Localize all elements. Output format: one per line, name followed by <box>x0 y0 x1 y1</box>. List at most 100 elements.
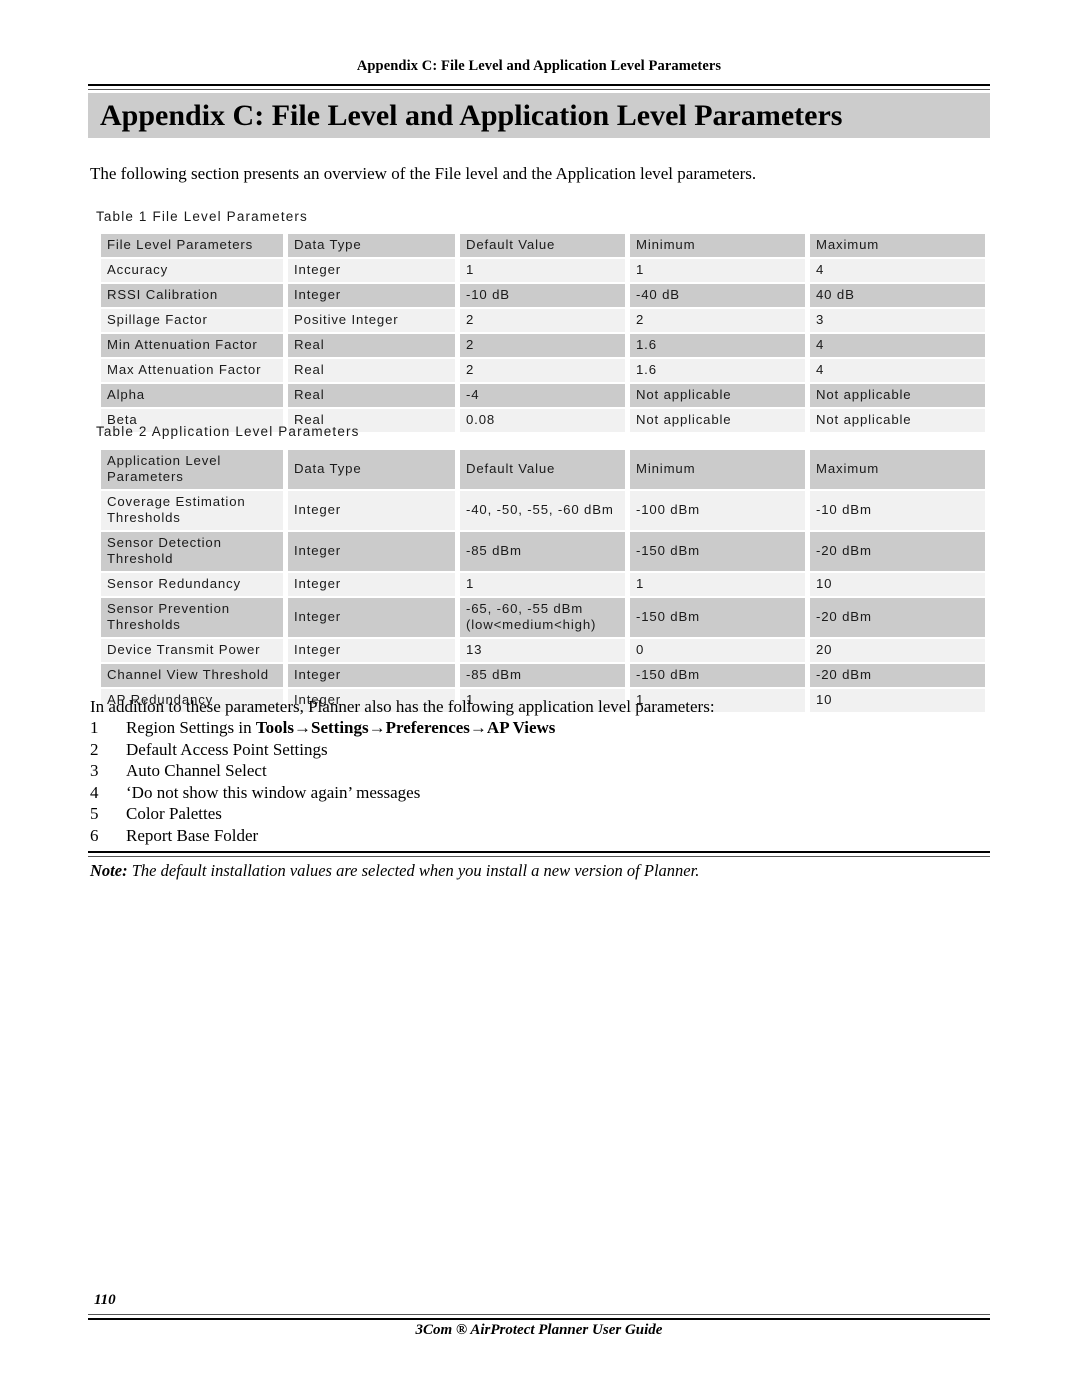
cell-maximum: -10 dBm <box>810 491 985 530</box>
list-item-number: 4 <box>90 782 99 802</box>
list-item: 4 ‘Do not show this window again’ messag… <box>90 782 990 804</box>
table-header-row: File Level Parameters Data Type Default … <box>101 234 985 257</box>
cell-parameter: Accuracy <box>101 259 283 282</box>
list-item: 2 Default Access Point Settings <box>90 739 990 761</box>
cell-parameter: Alpha <box>101 384 283 407</box>
cell-minimum: 0 <box>630 639 805 662</box>
file-level-parameters-table: File Level Parameters Data Type Default … <box>96 232 990 434</box>
cell-parameter: RSSI Calibration <box>101 284 283 307</box>
cell-maximum: 3 <box>810 309 985 332</box>
cell-maximum: Not applicable <box>810 384 985 407</box>
cell-parameter: Sensor Prevention Thresholds <box>101 598 283 637</box>
footer-divider-rule <box>88 1314 990 1320</box>
cell-parameter: Sensor Redundancy <box>101 573 283 596</box>
cell-data-type: Real <box>288 334 455 357</box>
list-item-number: 2 <box>90 739 99 759</box>
table-row: RSSI Calibration Integer -10 dB -40 dB 4… <box>101 284 985 307</box>
cell-maximum: 10 <box>810 573 985 596</box>
list-item-bold-text: Tools→Settings→Preferences→AP Views <box>255 718 556 737</box>
list-item-label: Region Settings in Tools→Settings→Prefer… <box>126 717 555 739</box>
table-row: Max Attenuation Factor Real 2 1.6 4 <box>101 359 985 382</box>
cell-default-value: -4 <box>460 384 625 407</box>
cell-default-value: -85 dBm <box>460 532 625 571</box>
list-item-number: 6 <box>90 825 99 845</box>
cell-parameter: Sensor Detection Threshold <box>101 532 283 571</box>
cell-data-type: Real <box>288 359 455 382</box>
cell-default-value: -40, -50, -55, -60 dBm <box>460 491 625 530</box>
table-2-caption: Table 2 Application Level Parameters <box>96 424 360 439</box>
cell-default-value: -85 dBm <box>460 664 625 687</box>
table-row: Alpha Real -4 Not applicable Not applica… <box>101 384 985 407</box>
column-header-maximum: Maximum <box>810 450 985 489</box>
cell-default-value: -10 dB <box>460 284 625 307</box>
header-divider-rule <box>88 84 990 90</box>
cell-default-value: 2 <box>460 309 625 332</box>
list-item-label: Color Palettes <box>126 804 222 823</box>
page-title: Appendix C: File Level and Application L… <box>100 99 843 132</box>
note-text: The default installation values are sele… <box>127 861 700 880</box>
table-row: Sensor Redundancy Integer 1 1 10 <box>101 573 985 596</box>
table-row: Sensor Prevention Thresholds Integer -65… <box>101 598 985 637</box>
cell-minimum: -40 dB <box>630 284 805 307</box>
note-divider-rule <box>88 851 990 857</box>
cell-minimum: -150 dBm <box>630 532 805 571</box>
cell-minimum: 1 <box>630 259 805 282</box>
note-block: Note: The default installation values ar… <box>90 860 990 881</box>
cell-parameter: Spillage Factor <box>101 309 283 332</box>
cell-minimum: 1 <box>630 573 805 596</box>
cell-minimum: Not applicable <box>630 409 805 432</box>
table-row: Sensor Detection Threshold Integer -85 d… <box>101 532 985 571</box>
cell-data-type: Integer <box>288 664 455 687</box>
cell-data-type: Integer <box>288 573 455 596</box>
cell-default-value: 2 <box>460 359 625 382</box>
table-row: Accuracy Integer 1 1 4 <box>101 259 985 282</box>
cell-minimum: -150 dBm <box>630 598 805 637</box>
column-header-minimum: Minimum <box>630 450 805 489</box>
column-header-data-type: Data Type <box>288 450 455 489</box>
cell-default-value: 1 <box>460 573 625 596</box>
cell-maximum: 4 <box>810 359 985 382</box>
cell-maximum: 4 <box>810 259 985 282</box>
column-header-default-value: Default Value <box>460 450 625 489</box>
list-item: 6 Report Base Folder <box>90 825 990 847</box>
table-row: Coverage Estimation Thresholds Integer -… <box>101 491 985 530</box>
footer-guide-title: 3Com ® AirProtect Planner User Guide <box>415 1322 663 1338</box>
cell-maximum: 40 dB <box>810 284 985 307</box>
application-parameters-list: 1 Region Settings in Tools→Settings→Pref… <box>90 717 990 846</box>
column-header-data-type: Data Type <box>288 234 455 257</box>
cell-parameter: Max Attenuation Factor <box>101 359 283 382</box>
cell-parameter: Channel View Threshold <box>101 664 283 687</box>
column-header-parameter: File Level Parameters <box>101 234 283 257</box>
cell-minimum: 2 <box>630 309 805 332</box>
cell-data-type: Integer <box>288 639 455 662</box>
application-level-parameters-table: Application Level Parameters Data Type D… <box>96 448 990 714</box>
list-intro-paragraph: In addition to these parameters, Planner… <box>90 697 715 716</box>
cell-maximum: 20 <box>810 639 985 662</box>
running-header: Appendix C: File Level and Application L… <box>356 58 722 74</box>
page-number: 110 <box>94 1292 116 1308</box>
list-item: 5 Color Palettes <box>90 803 990 825</box>
cell-data-type: Integer <box>288 259 455 282</box>
cell-maximum: Not applicable <box>810 409 985 432</box>
list-item-label: Report Base Folder <box>126 825 259 845</box>
list-item-number: 1 <box>90 718 99 737</box>
list-item-number: 5 <box>90 804 99 823</box>
cell-data-type: Integer <box>288 284 455 307</box>
cell-parameter: Device Transmit Power <box>101 639 283 662</box>
table-header-row: Application Level Parameters Data Type D… <box>101 450 985 489</box>
list-item-number: 3 <box>90 761 99 780</box>
cell-parameter: Coverage Estimation Thresholds <box>101 491 283 530</box>
table-row: Device Transmit Power Integer 13 0 20 <box>101 639 985 662</box>
cell-parameter: Min Attenuation Factor <box>101 334 283 357</box>
cell-maximum: -20 dBm <box>810 598 985 637</box>
list-item-label: Auto Channel Select <box>126 761 267 780</box>
cell-minimum: -150 dBm <box>630 664 805 687</box>
cell-default-value: 13 <box>460 639 625 662</box>
cell-default-value: 0.08 <box>460 409 625 432</box>
list-item: 3 Auto Channel Select <box>90 760 990 782</box>
intro-paragraph: The following section presents an overvi… <box>90 164 757 183</box>
cell-minimum: 1.6 <box>630 334 805 357</box>
cell-data-type: Real <box>288 384 455 407</box>
chapter-title-band: Appendix C: File Level and Application L… <box>88 93 990 138</box>
column-header-maximum: Maximum <box>810 234 985 257</box>
